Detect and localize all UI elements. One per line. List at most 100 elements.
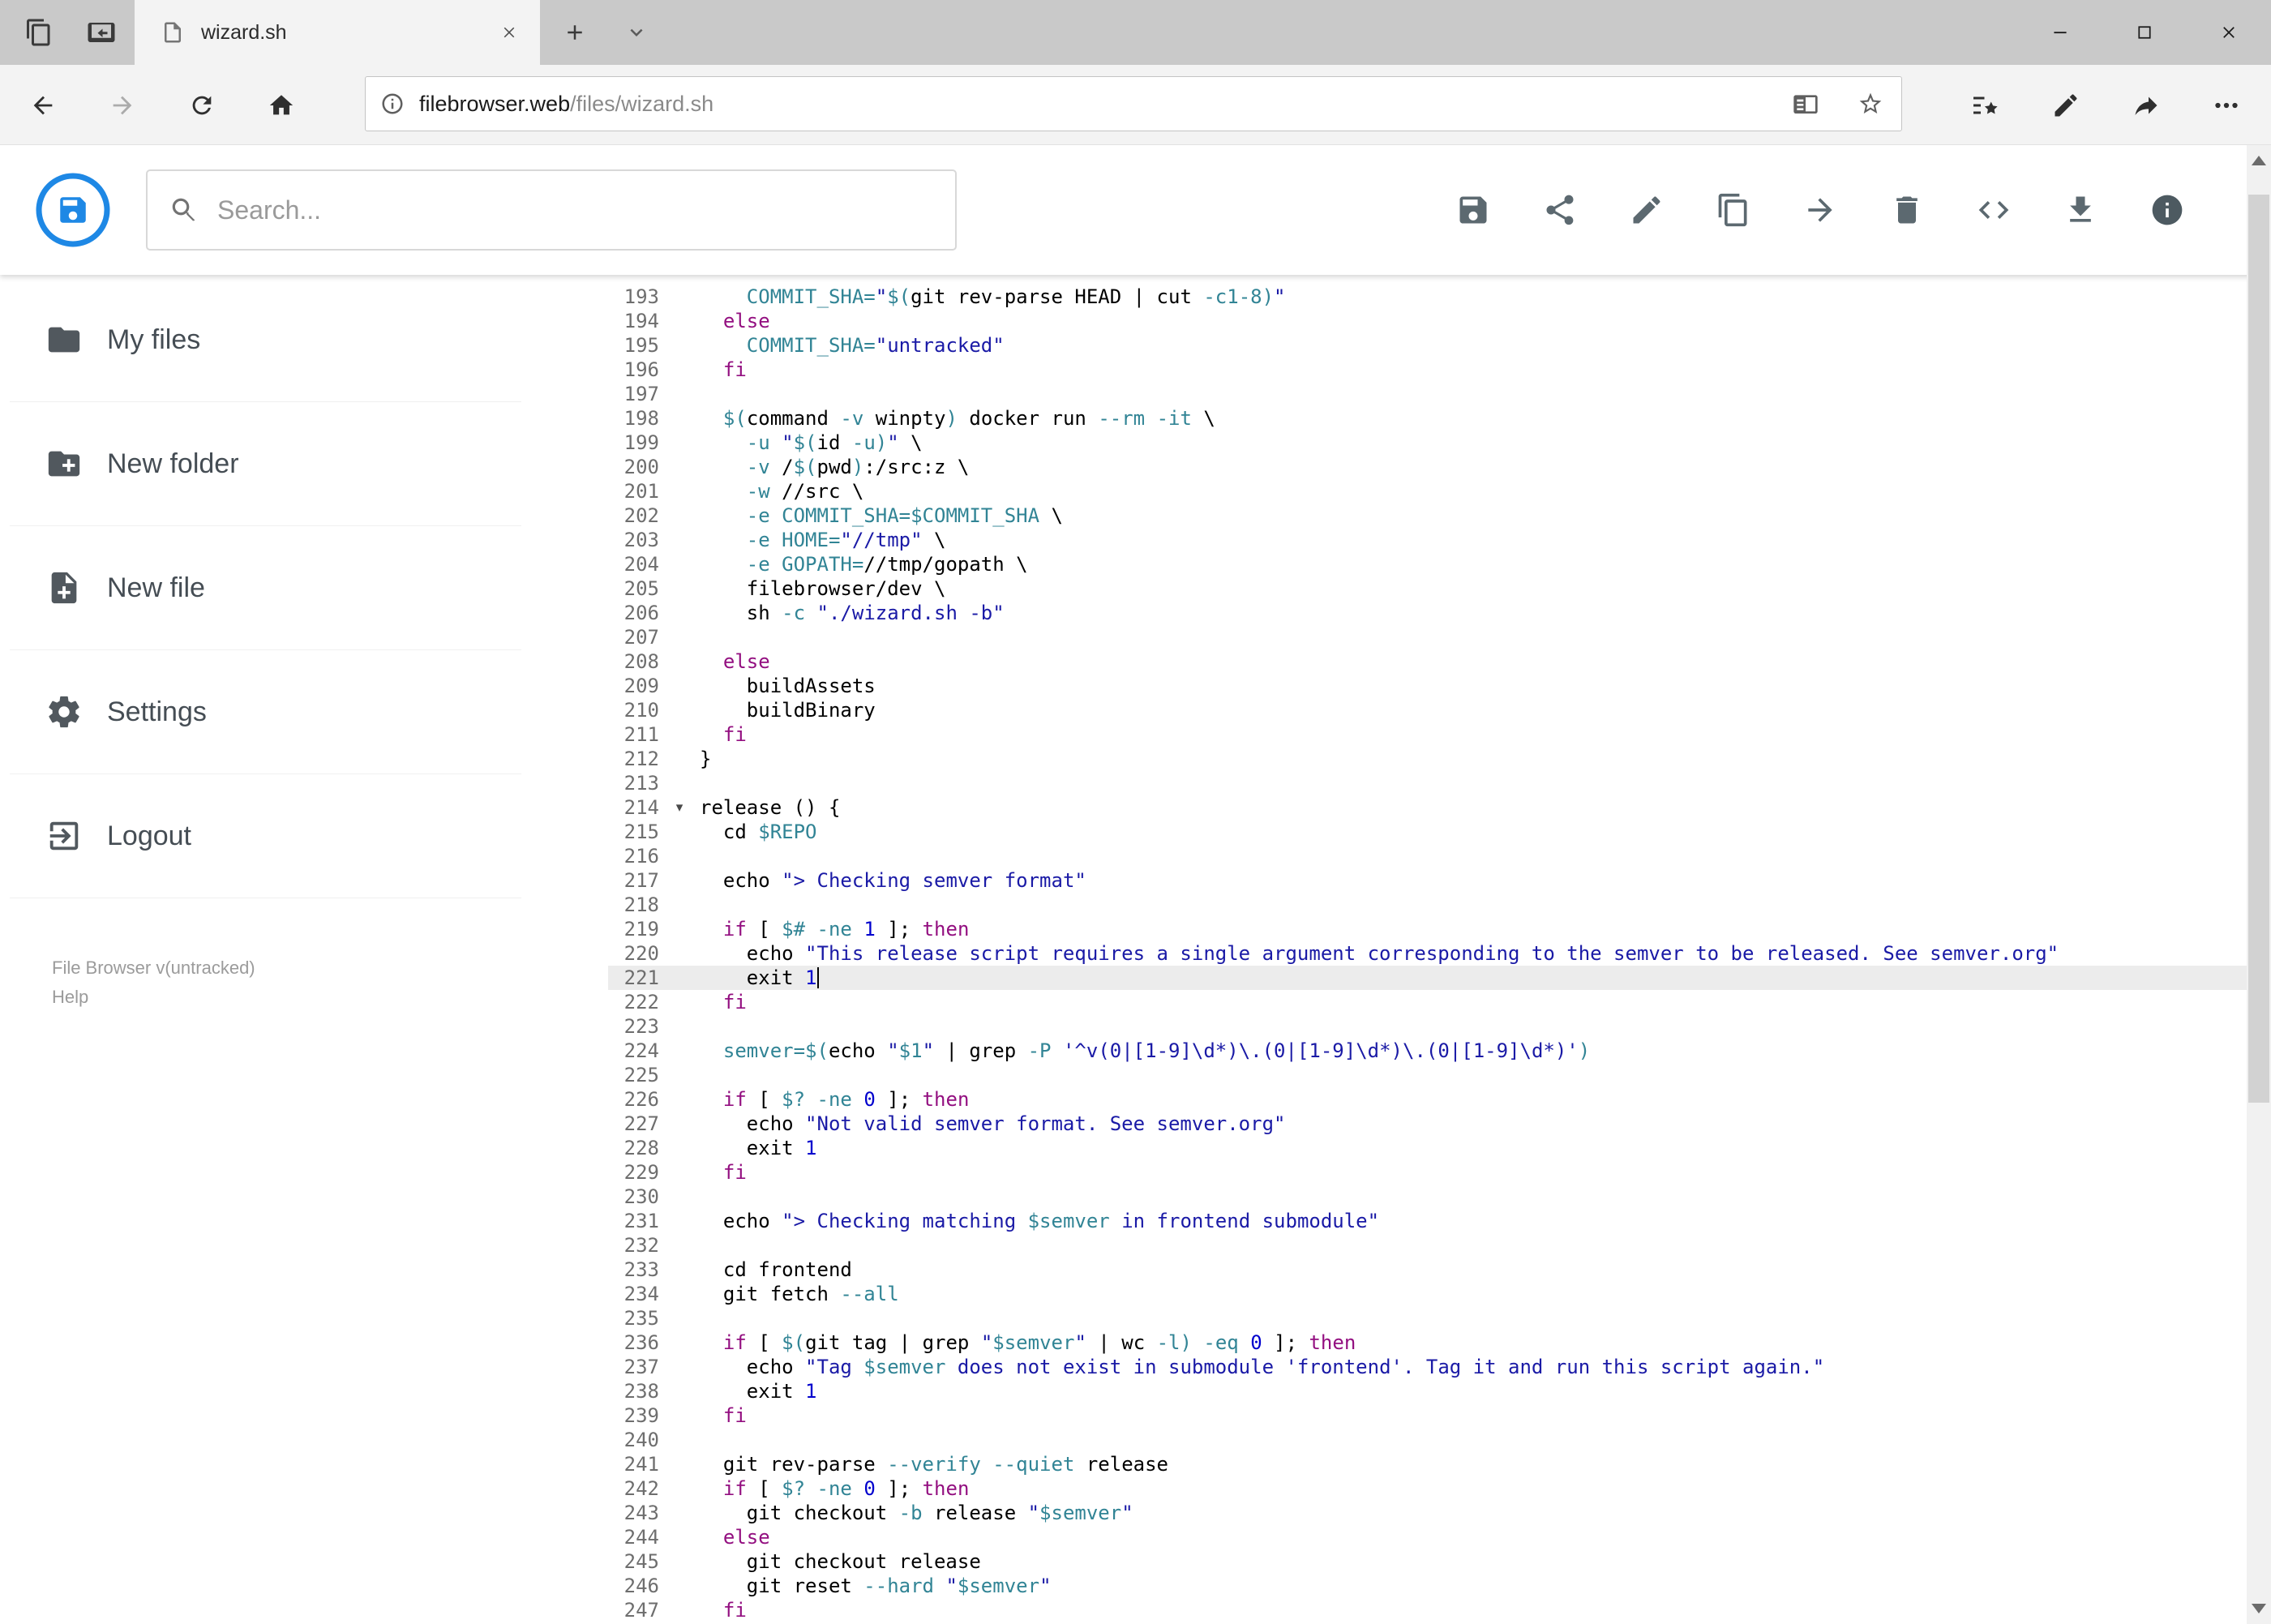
favorite-star-icon[interactable] — [1858, 91, 1883, 117]
code-line-247[interactable]: 247 fi — [608, 1598, 2247, 1622]
code-line-198[interactable]: 198 $(command -v winpty) docker run --rm… — [608, 406, 2247, 431]
close-window-button[interactable] — [2187, 0, 2271, 65]
sidebar-item-settings[interactable]: Settings — [10, 650, 521, 774]
code-text: -u "$(id -u)" \ — [746, 431, 923, 454]
new-tab-button[interactable] — [548, 0, 602, 65]
share-file-button[interactable] — [1542, 192, 1578, 228]
scroll-down-arrow[interactable] — [2252, 1604, 2266, 1613]
code-line-211[interactable]: 211 fi — [608, 722, 2247, 747]
code-line-224[interactable]: 224 semver=$(echo "$1" | grep -P '^v(0|[… — [608, 1039, 2247, 1063]
code-line-214[interactable]: 214 ▾ release () { — [608, 795, 2247, 820]
code-line-219[interactable]: 219 if [ $# -ne 1 ]; then — [608, 917, 2247, 941]
code-line-216[interactable]: 216 — [608, 844, 2247, 868]
code-line-229[interactable]: 229 fi — [608, 1160, 2247, 1185]
code-line-238[interactable]: 238 exit 1 — [608, 1379, 2247, 1403]
code-line-234[interactable]: 234 git fetch --all — [608, 1282, 2247, 1306]
favorites-hub-icon[interactable] — [1971, 91, 2000, 120]
code-line-212[interactable]: 212} — [608, 747, 2247, 771]
code-line-225[interactable]: 225 — [608, 1063, 2247, 1087]
code-editor[interactable]: 193 COMMIT_SHA="$(git rev-parse HEAD | c… — [608, 275, 2247, 1624]
code-line-236[interactable]: 236 if [ $(git tag | grep "$semver" | wc… — [608, 1330, 2247, 1355]
scrollbar-thumb[interactable] — [2248, 195, 2269, 1103]
more-options-icon[interactable] — [2212, 91, 2241, 120]
help-link[interactable]: Help — [52, 986, 255, 1009]
sidebar-item-my-files[interactable]: My files — [10, 278, 521, 402]
code-line-232[interactable]: 232 — [608, 1233, 2247, 1258]
code-line-201[interactable]: 201 -w //src \ — [608, 479, 2247, 503]
browser-tab-wizard-sh[interactable]: wizard.sh — [135, 0, 540, 65]
forward-button[interactable] — [109, 92, 136, 119]
tab-preview-toggle[interactable] — [610, 0, 663, 65]
copy-button[interactable] — [1716, 192, 1751, 228]
code-line-193[interactable]: 193 COMMIT_SHA="$(git rev-parse HEAD | c… — [608, 285, 2247, 309]
sidebar-item-new-file[interactable]: New file — [10, 526, 521, 650]
minimize-button[interactable] — [2018, 0, 2102, 65]
code-line-235[interactable]: 235 — [608, 1306, 2247, 1330]
refresh-button[interactable] — [188, 92, 216, 119]
code-line-209[interactable]: 209 buildAssets — [608, 674, 2247, 698]
code-line-228[interactable]: 228 exit 1 — [608, 1136, 2247, 1160]
code-line-215[interactable]: 215 cd $REPO — [608, 820, 2247, 844]
move-button[interactable] — [1802, 192, 1838, 228]
code-line-239[interactable]: 239 fi — [608, 1403, 2247, 1428]
code-line-240[interactable]: 240 — [608, 1428, 2247, 1452]
code-line-226[interactable]: 226 if [ $? -ne 0 ]; then — [608, 1087, 2247, 1112]
sidebar-item-new-folder[interactable]: New folder — [10, 402, 521, 526]
code-line-199[interactable]: 199 -u "$(id -u)" \ — [608, 431, 2247, 455]
code-line-207[interactable]: 207 — [608, 625, 2247, 649]
code-line-237[interactable]: 237 echo "Tag $semver does not exist in … — [608, 1355, 2247, 1379]
code-line-217[interactable]: 217 echo "> Checking semver format" — [608, 868, 2247, 893]
back-button[interactable] — [29, 92, 57, 119]
code-line-202[interactable]: 202 -e COMMIT_SHA=$COMMIT_SHA \ — [608, 503, 2247, 528]
code-line-231[interactable]: 231 echo "> Checking matching $semver in… — [608, 1209, 2247, 1233]
code-line-241[interactable]: 241 git rev-parse --verify --quiet relea… — [608, 1452, 2247, 1476]
save-button[interactable] — [1455, 192, 1491, 228]
home-button[interactable] — [268, 92, 295, 119]
search-input[interactable] — [217, 195, 955, 225]
code-line-200[interactable]: 200 -v /$(pwd):/src:z \ — [608, 455, 2247, 479]
code-line-203[interactable]: 203 -e HOME="//tmp" \ — [608, 528, 2247, 552]
code-line-210[interactable]: 210 buildBinary — [608, 698, 2247, 722]
set-tabs-aside-button[interactable] — [15, 0, 63, 65]
code-line-204[interactable]: 204 -e GOPATH=//tmp/gopath \ — [608, 552, 2247, 576]
address-bar[interactable]: filebrowser.web/files/wizard.sh — [365, 76, 1902, 131]
code-line-242[interactable]: 242 if [ $? -ne 0 ]; then — [608, 1476, 2247, 1501]
code-line-246[interactable]: 246 git reset --hard "$semver" — [608, 1574, 2247, 1598]
code-line-213[interactable]: 213 — [608, 771, 2247, 795]
page-info-icon[interactable] — [380, 92, 405, 116]
code-line-223[interactable]: 223 — [608, 1014, 2247, 1039]
code-line-244[interactable]: 244 else — [608, 1525, 2247, 1549]
code-line-233[interactable]: 233 cd frontend — [608, 1258, 2247, 1282]
tabs-preview-button[interactable] — [77, 0, 126, 65]
sidebar-item-logout[interactable]: Logout — [10, 774, 521, 898]
code-line-194[interactable]: 194 else — [608, 309, 2247, 333]
code-line-218[interactable]: 218 — [608, 893, 2247, 917]
code-line-227[interactable]: 227 echo "Not valid semver format. See s… — [608, 1112, 2247, 1136]
maximize-button[interactable] — [2102, 0, 2187, 65]
code-line-230[interactable]: 230 — [608, 1185, 2247, 1209]
scrollbar[interactable] — [2247, 145, 2271, 1624]
code-line-205[interactable]: 205 filebrowser/dev \ — [608, 576, 2247, 601]
fold-widget-icon[interactable]: ▾ — [659, 795, 700, 820]
code-line-208[interactable]: 208 else — [608, 649, 2247, 674]
code-line-197[interactable]: 197 — [608, 382, 2247, 406]
share-icon[interactable] — [2132, 91, 2161, 120]
code-line-245[interactable]: 245 git checkout release — [608, 1549, 2247, 1574]
info-button[interactable] — [2149, 192, 2185, 228]
annotate-pen-icon[interactable] — [2051, 91, 2080, 120]
rename-button[interactable] — [1629, 192, 1665, 228]
code-view-button[interactable] — [1976, 192, 2012, 228]
scroll-up-arrow[interactable] — [2252, 156, 2266, 165]
close-tab-icon[interactable] — [499, 23, 519, 42]
code-line-206[interactable]: 206 sh -c "./wizard.sh -b" — [608, 601, 2247, 625]
code-line-221[interactable]: 221 exit 1 — [608, 966, 2247, 990]
reading-view-icon[interactable] — [1793, 91, 1819, 117]
code-line-195[interactable]: 195 COMMIT_SHA="untracked" — [608, 333, 2247, 358]
code-line-222[interactable]: 222 fi — [608, 990, 2247, 1014]
delete-button[interactable] — [1889, 192, 1925, 228]
code-line-243[interactable]: 243 git checkout -b release "$semver" — [608, 1501, 2247, 1525]
code-line-220[interactable]: 220 echo "This release script requires a… — [608, 941, 2247, 966]
download-button[interactable] — [2063, 192, 2098, 228]
code-line-196[interactable]: 196 fi — [608, 358, 2247, 382]
